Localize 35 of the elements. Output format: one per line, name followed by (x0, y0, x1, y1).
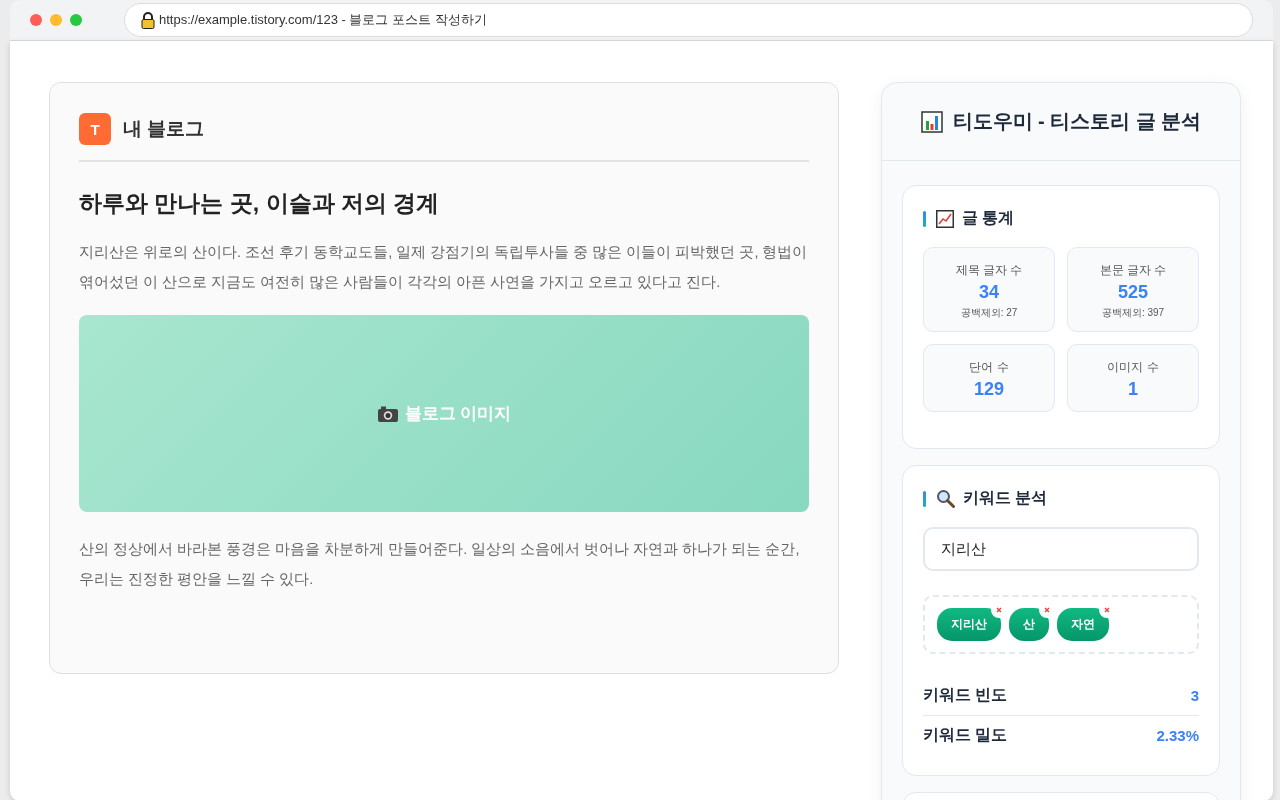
metric-label: 키워드 밀도 (923, 725, 1008, 745)
blog-logo: T (79, 113, 111, 145)
section-heading: 글 통계 (962, 208, 1015, 228)
stat-note: 공백제외: 27 (960, 306, 1018, 320)
accent-bar (923, 490, 926, 507)
url-text: https://example.tistory.com/123 - 블로그 포스트 작성하기 (159, 11, 487, 29)
stat-value: 1 (1128, 379, 1138, 400)
address-bar[interactable]: https://example.tistory.com/123 - 블로그 포스트 작성하기 (124, 3, 1253, 37)
keyword-input[interactable]: 지리산 (923, 527, 1199, 571)
stat-label: 본문 글자 수 (1099, 262, 1167, 279)
image-label: 블로그 이미지 (404, 403, 512, 425)
metric-value: 3 (1190, 687, 1199, 704)
stat-value: 129 (973, 379, 1004, 400)
search-icon (936, 489, 955, 508)
camera-icon (376, 404, 399, 423)
line-chart-icon (936, 209, 954, 228)
panel-title: 티도우미 - 티스토리 글 분석 (952, 109, 1202, 134)
blog-name: 내 블로그 (123, 117, 205, 141)
stat-label: 이미지 수 (1107, 359, 1159, 376)
lock-icon (141, 11, 155, 29)
bar-chart-icon (920, 110, 943, 133)
close-button[interactable] (30, 14, 42, 26)
post-title: 하루와 만나는 곳, 이슬과 저의 경계 (79, 189, 441, 218)
accent-bar (923, 210, 926, 227)
maximize-button[interactable] (70, 14, 82, 26)
stat-value: 34 (979, 282, 999, 303)
section-heading: 키워드 분석 (963, 488, 1048, 508)
post-paragraph: 지리산은 위로의 산이다. 조선 후기 동학교도들, 일제 강점기의 독립투사들 중 많은 이들이 피박했던 곳, 형법이 엮어섰던 이 산으로 지금도 여전히 많은 사람들이 각각의 아픈 사연을 가지고 오르고 있다고 진다. (79, 243, 809, 292)
metric-value: 2.33% (1156, 727, 1199, 744)
stat-value: 525 (1117, 282, 1148, 303)
stat-note: 공백제외: 397 (1101, 306, 1165, 320)
stat-label: 제목 글자 수 (955, 262, 1023, 279)
metric-label: 키워드 빈도 (923, 685, 1008, 705)
stat-label: 단어 수 (969, 359, 1009, 376)
post-paragraph: 산의 정상에서 바라본 풍경은 마음을 차분하게 만들어준다. 일상의 소음에서 벗어나 자연과 하나가 되는 순간, 우리는 진정한 평안을 느낄 수 있다. (79, 540, 801, 589)
